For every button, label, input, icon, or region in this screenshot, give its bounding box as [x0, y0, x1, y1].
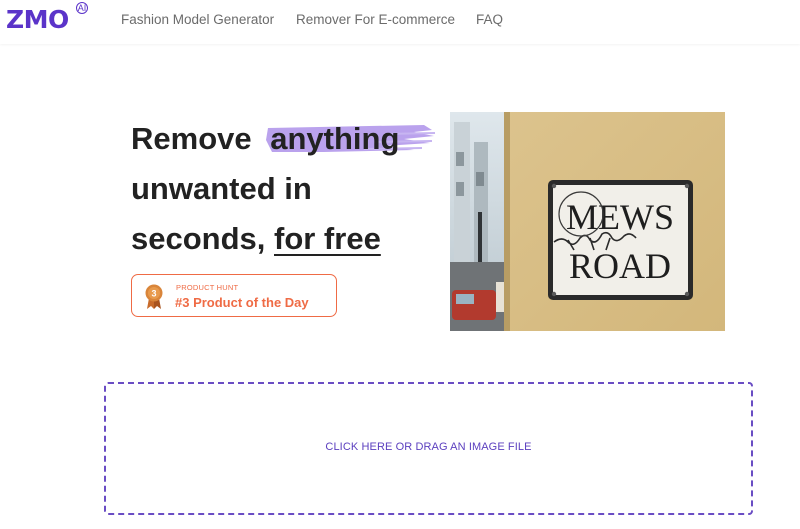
example-street-sign-photo: MEWS ROAD	[450, 112, 725, 331]
dropzone-label: CLICK HERE OR DRAG AN IMAGE FILE	[325, 441, 532, 453]
sign-text-line-2: ROAD	[569, 246, 671, 286]
product-hunt-badge[interactable]: 3 PRODUCT HUNT #3 Product of the Day	[131, 274, 337, 317]
medal-rank: 3	[151, 289, 156, 299]
nav-fashion-model-generator[interactable]: Fashion Model Generator	[121, 0, 274, 38]
hero-word-remove: Remove	[131, 121, 252, 156]
hero-line-2: unwanted in	[131, 171, 312, 206]
hero-line-1: Remove anything	[131, 114, 451, 164]
nav-remover-for-ecommerce[interactable]: Remover For E-commerce	[296, 0, 455, 38]
badge-title: #3 Product of the Day	[175, 295, 309, 310]
image-upload-dropzone[interactable]: CLICK HERE OR DRAG AN IMAGE FILE	[104, 382, 753, 515]
hero-word-anything: anything	[270, 121, 400, 156]
hero-line-3: seconds, for free	[131, 214, 451, 264]
badge-eyebrow: PRODUCT HUNT	[176, 283, 239, 292]
hero-word-seconds: seconds,	[131, 221, 274, 256]
sign-text-line-1: MEWS	[566, 197, 674, 237]
zmo-logo[interactable]: ZMO	[6, 5, 69, 34]
nav-faq[interactable]: FAQ	[476, 0, 503, 38]
highlighted-word: anything	[266, 114, 436, 164]
top-navigation-bar: ZMO AI Fashion Model Generator Remover F…	[0, 0, 800, 44]
ai-mark: AI	[76, 2, 88, 14]
hero-for-free: for free	[274, 221, 381, 256]
medal-icon: 3	[145, 284, 163, 309]
hero-heading: Remove anything unwanted in seconds, for…	[131, 114, 451, 264]
street-sign-illustration: MEWS ROAD	[450, 112, 725, 331]
